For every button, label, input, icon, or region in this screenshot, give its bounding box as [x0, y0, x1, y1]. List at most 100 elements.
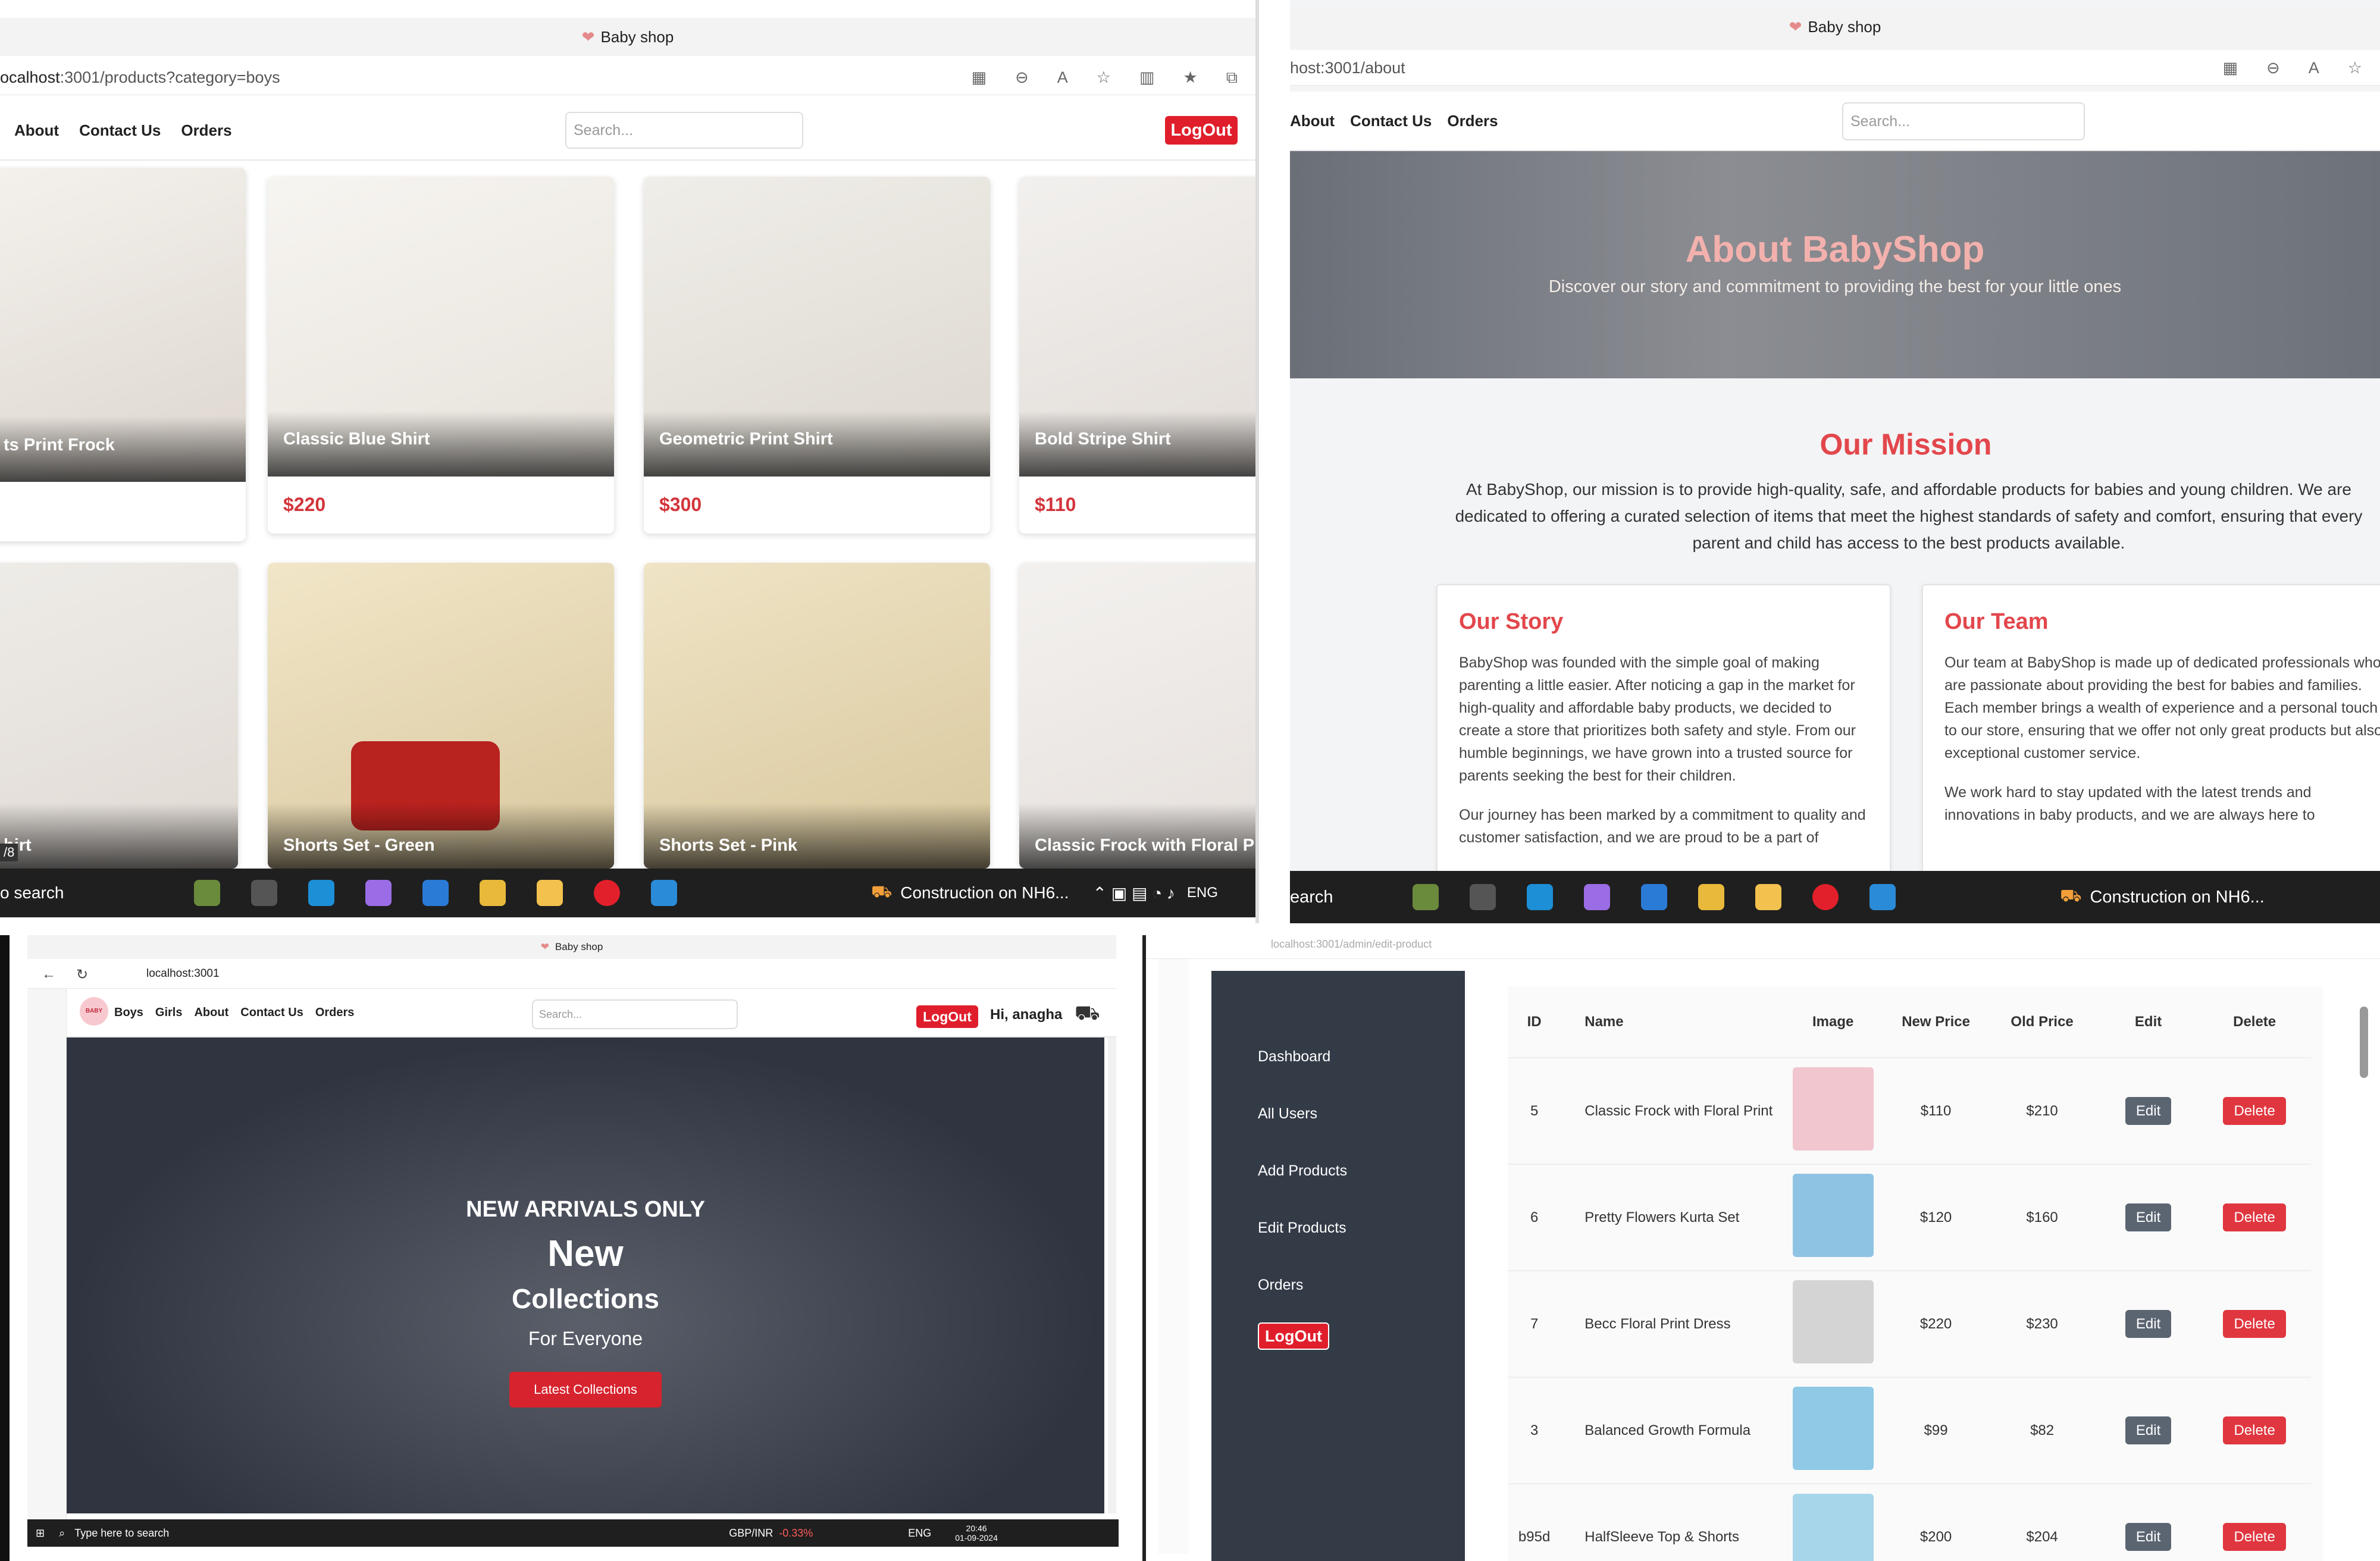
product-card[interactable]: Geometric Print Shirt $300	[644, 177, 990, 534]
row-id: 3	[1508, 1377, 1561, 1484]
taskbar-search[interactable]: Type here to search	[74, 1527, 223, 1540]
edit-button[interactable]: Edit	[2125, 1523, 2172, 1551]
scrollbar[interactable]	[2360, 1007, 2368, 1078]
table-row: 5 Classic Frock with Floral Print $110 $210…	[1508, 1057, 2311, 1164]
edit-button[interactable]: Edit	[2125, 1203, 2172, 1231]
product-card[interactable]: ts Print Frock	[0, 168, 246, 541]
browser-tab[interactable]: ❤ Baby shop	[0, 18, 1255, 56]
row-image	[1780, 1377, 1886, 1484]
delete-button[interactable]: Delete	[2223, 1096, 2286, 1125]
nav-boys[interactable]: Boys	[114, 1006, 143, 1020]
search-input[interactable]: Search...	[1842, 102, 2085, 140]
copilot-icon[interactable]	[365, 880, 392, 906]
hero-subtitle: Discover our story and commitment to pro…	[1548, 277, 2122, 296]
copilot-icon[interactable]	[1584, 884, 1610, 910]
edit-button[interactable]: Edit	[2125, 1096, 2172, 1125]
product-card[interactable]: Shorts Set - Green	[268, 563, 614, 869]
nav-contact[interactable]: Contact Us	[79, 121, 161, 140]
search-input[interactable]: Search...	[532, 999, 738, 1029]
nav-contact[interactable]: Contact Us	[1350, 112, 1432, 130]
product-card[interactable]: Classic Frock with Floral Print	[1019, 563, 1255, 869]
latest-collections-button[interactable]: Latest Collections	[509, 1372, 662, 1408]
apps-icon[interactable]: ▦	[972, 59, 987, 95]
scrollbar[interactable]	[1108, 1037, 1116, 1513]
back-icon[interactable]: ←	[42, 966, 56, 983]
browser-sidebar	[1158, 959, 1189, 1554]
product-card[interactable]: hirt	[0, 563, 238, 869]
delete-button[interactable]: Delete	[2223, 1416, 2286, 1444]
favorite-icon[interactable]: ☆	[1097, 59, 1111, 95]
products-window: ❤ Baby shop ocalhost:3001/products?catego…	[0, 0, 1255, 934]
task-view-icon[interactable]	[251, 880, 277, 906]
folder-icon[interactable]	[480, 880, 506, 906]
nav-girls[interactable]: Girls	[155, 1006, 183, 1020]
nav-about[interactable]: About	[14, 121, 59, 140]
mail-icon[interactable]	[422, 880, 449, 906]
system-tray-icon[interactable]: ⌃ ▣ ▤ ◔ ♪	[1092, 883, 1175, 903]
read-aloud-icon[interactable]: A	[1057, 59, 1068, 95]
product-card[interactable]: Bold Stripe Shirt $110	[1019, 177, 1255, 534]
row-name: HalfSleeve Top & Shorts	[1561, 1483, 1780, 1561]
sidebar-orders[interactable]: Orders	[1258, 1277, 1465, 1294]
mail-icon[interactable]	[1641, 884, 1667, 910]
vscode-icon[interactable]	[651, 880, 677, 906]
taskbar-search[interactable]: earch	[1290, 888, 1397, 907]
apps-icon[interactable]: ▦	[2223, 50, 2238, 86]
favorite-icon[interactable]: ☆	[2348, 50, 2362, 86]
product-card[interactable]: Shorts Set - Pink	[644, 563, 990, 869]
address-bar[interactable]: host:3001/about ▦ ⊖ A ☆	[1290, 50, 2380, 86]
reload-icon[interactable]: ↻	[76, 966, 88, 983]
edit-button[interactable]: Edit	[2125, 1416, 2172, 1444]
edge-icon[interactable]	[1527, 884, 1553, 910]
vscode-icon[interactable]	[1869, 884, 1896, 910]
delete-button[interactable]: Delete	[2223, 1203, 2286, 1231]
store-icon[interactable]	[537, 880, 563, 906]
edge-icon[interactable]	[308, 880, 334, 906]
start-icon[interactable]: ⊞	[36, 1527, 45, 1540]
browser-tab[interactable]: ❤ Baby shop	[1290, 7, 2380, 46]
delete-button[interactable]: Delete	[2223, 1309, 2286, 1338]
taskbar: o search ⛟ Construction on NH6... ⌃ ▣ ▤ …	[0, 869, 1255, 917]
address-bar[interactable]: localhost:3001	[27, 959, 1116, 989]
product-card[interactable]: Classic Blue Shirt $220	[268, 177, 614, 534]
news-text[interactable]: Construction on NH6...	[2090, 888, 2264, 907]
sidebar-dashboard[interactable]: Dashboard	[1258, 1048, 1465, 1065]
read-aloud-icon[interactable]: A	[2309, 50, 2319, 86]
favorites-icon[interactable]: ★	[1183, 59, 1198, 95]
frankenstein-icon	[1413, 884, 1439, 910]
sidebar-add-products[interactable]: Add Products	[1258, 1162, 1465, 1180]
nav-orders[interactable]: Orders	[181, 121, 231, 140]
nav-about[interactable]: About	[194, 1006, 228, 1020]
logout-button[interactable]: LogOut	[1165, 116, 1238, 145]
task-view-icon[interactable]	[1470, 884, 1496, 910]
opera-icon[interactable]	[1812, 884, 1839, 910]
logout-button[interactable]: LogOut	[916, 1005, 978, 1028]
cart-icon[interactable]: ⛟	[1075, 1002, 1100, 1028]
sidebar-all-users[interactable]: All Users	[1258, 1105, 1465, 1123]
opera-icon[interactable]	[594, 880, 620, 906]
taskbar-search[interactable]: o search	[0, 883, 178, 902]
row-old-price: $204	[1986, 1483, 2099, 1561]
nav-orders[interactable]: Orders	[315, 1006, 355, 1020]
sidebar-edit-products[interactable]: Edit Products	[1258, 1220, 1465, 1237]
news-text[interactable]: Construction on NH6...	[900, 883, 1069, 902]
address-bar[interactable]: ocalhost:3001/products?category=boys ▦ ⊖ A…	[0, 59, 1255, 95]
logout-button[interactable]: LogOut	[1258, 1322, 1329, 1350]
nav-orders[interactable]: Orders	[1447, 112, 1498, 130]
zoom-out-icon[interactable]: ⊖	[1015, 59, 1029, 95]
search-input[interactable]: Search...	[565, 112, 803, 149]
collections-icon[interactable]: ⧉	[1226, 59, 1238, 95]
nav-contact[interactable]: Contact Us	[240, 1006, 303, 1020]
folder-icon[interactable]	[1698, 884, 1724, 910]
zoom-out-icon[interactable]: ⊖	[2266, 50, 2280, 86]
delete-button[interactable]: Delete	[2223, 1523, 2286, 1551]
row-new-price: $99	[1886, 1377, 1986, 1484]
split-screen-icon[interactable]: ▥	[1139, 59, 1155, 95]
nav-about[interactable]: About	[1290, 112, 1335, 130]
row-old-price: $82	[1986, 1377, 2099, 1484]
logo[interactable]: BABY	[80, 997, 108, 1026]
browser-tab[interactable]: ❤ Baby shop	[27, 935, 1116, 959]
edit-button[interactable]: Edit	[2125, 1309, 2172, 1338]
address-bar[interactable]: localhost:3001/admin/edit-product	[1146, 935, 2380, 959]
store-icon[interactable]	[1755, 884, 1781, 910]
